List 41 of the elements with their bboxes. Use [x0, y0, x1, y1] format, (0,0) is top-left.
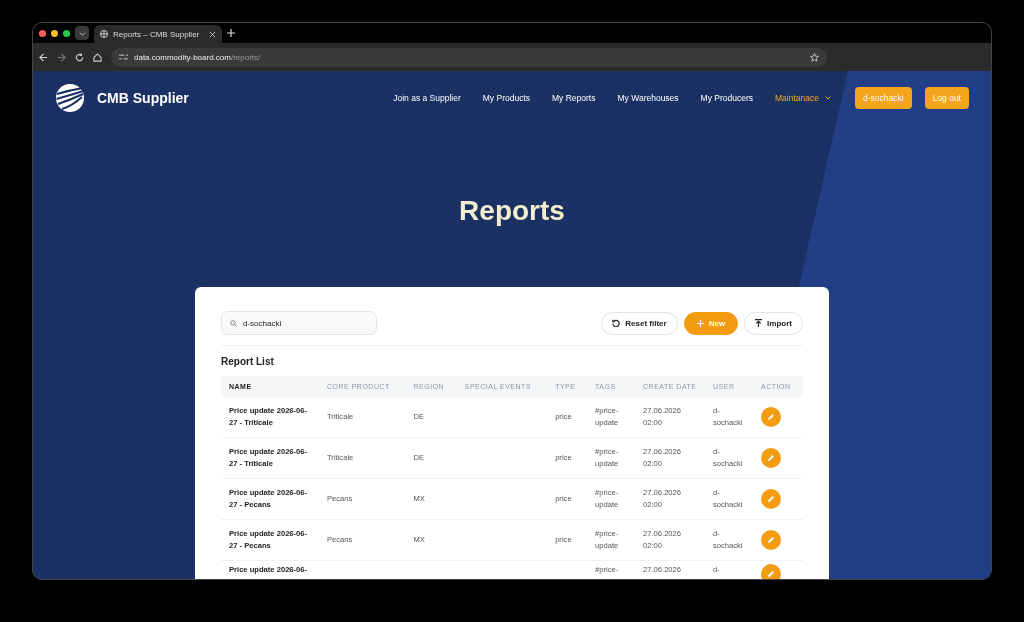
- plus-icon: [696, 319, 704, 327]
- pencil-icon: [767, 495, 775, 503]
- new-tab-icon[interactable]: [227, 29, 235, 37]
- star-icon[interactable]: [810, 52, 819, 62]
- search-field[interactable]: d-sochacki: [221, 311, 377, 335]
- pencil-icon: [767, 536, 775, 544]
- reload-icon[interactable]: [75, 52, 84, 62]
- search-icon: [230, 319, 237, 327]
- chevron-down-icon: [78, 29, 86, 37]
- pencil-icon: [767, 454, 775, 462]
- browser-tab[interactable]: Reports – CMB Supplier: [94, 25, 222, 43]
- nav-link[interactable]: Maintanace: [775, 93, 831, 103]
- close-window-button[interactable]: [39, 29, 46, 37]
- chevron-down-icon: [825, 96, 831, 100]
- import-button[interactable]: Import: [744, 311, 803, 335]
- tab-list-button[interactable]: [75, 26, 89, 40]
- back-icon[interactable]: [39, 52, 48, 62]
- url-text: data.commodity-board.com/reports/: [134, 52, 261, 62]
- close-icon[interactable]: [209, 30, 216, 38]
- address-bar[interactable]: data.commodity-board.com/reports/: [111, 47, 827, 67]
- logo-icon: [55, 83, 85, 113]
- nav-link[interactable]: My Products: [482, 93, 531, 103]
- nav-link[interactable]: Join as a Supplier: [393, 93, 461, 103]
- minimize-window-button[interactable]: [51, 29, 58, 37]
- reset-button[interactable]: Reset filter: [601, 311, 678, 335]
- tab-title: Reports – CMB Supplier: [113, 29, 201, 39]
- nav-link[interactable]: My Warehouses: [617, 93, 679, 103]
- brand-name[interactable]: CMB Supplier: [97, 90, 189, 106]
- reset-icon: [612, 319, 621, 327]
- maximize-window-button[interactable]: [63, 29, 70, 37]
- section-title: Report List: [221, 356, 275, 367]
- page-title: Reports: [458, 195, 566, 227]
- upload-icon: [755, 319, 763, 327]
- site-settings-icon[interactable]: [119, 53, 128, 61]
- home-icon[interactable]: [93, 52, 102, 62]
- pencil-icon: [767, 413, 775, 421]
- globe-icon: [100, 30, 108, 38]
- pencil-icon: [767, 570, 775, 578]
- forward-icon[interactable]: [57, 52, 66, 62]
- nav-link[interactable]: My Reports: [552, 93, 596, 103]
- nav-link[interactable]: My Producers: [700, 93, 754, 103]
